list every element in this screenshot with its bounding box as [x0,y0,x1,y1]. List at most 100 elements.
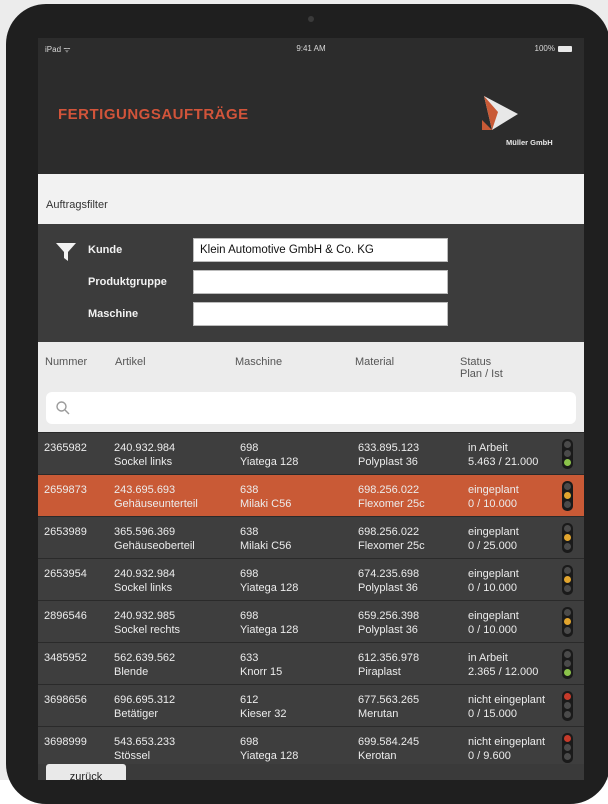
table-row[interactable]: 3485952 562.639.562 Blende 633 Knorr 15 612.3… [38,642,584,684]
column-maschine[interactable]: Maschine [235,356,282,368]
cell-nummer: 2896546 [44,609,87,623]
footer-bar: zurück [38,764,584,780]
table-row[interactable]: 2365982 240.932.984 Sockel links 698 Yiatega… [38,432,584,474]
cell-artikel: 243.695.693 Gehäuseunterteil [114,483,198,511]
cell-status: in Arbeit 5.463 / 21.000 [468,441,538,469]
filter-funnel-icon [56,243,76,261]
cell-artikel-line: Sockel links [114,582,173,594]
cell-status: eingeplant 0 / 10.000 [468,609,519,637]
cell-artikel-line: Blende [114,666,149,678]
maschine-input[interactable] [193,302,448,326]
battery-indicator: 100% [535,44,572,53]
back-button[interactable]: zurück [46,764,126,780]
cell-status-line: eingeplant [468,568,519,580]
traffic-light-lamp [564,483,571,490]
status-bar: iPad ᯤ 9:41 AM 100% [38,38,584,58]
cell-maschine-line: 638 [240,484,259,496]
cell-artikel-line: 240.932.984 [114,568,176,580]
kunde-input[interactable] [193,238,448,262]
cell-material-line: Kerotan [358,750,397,762]
cell-maschine: 633 Knorr 15 [240,651,282,679]
traffic-light-lamp [564,693,571,700]
cell-nummer: 3485952 [44,651,87,665]
traffic-light-lamp [564,735,571,742]
column-material[interactable]: Material [355,356,394,368]
cell-status-line: in Arbeit [468,442,508,454]
cell-nummer: 2653989 [44,525,87,539]
company-name: Müller GmbH [506,138,553,147]
cell-status: eingeplant 0 / 25.000 [468,525,519,553]
column-artikel[interactable]: Artikel [115,356,146,368]
cell-maschine-line: Yiatega 128 [240,582,299,594]
traffic-light-lamp [564,492,571,499]
cell-status-line: eingeplant [468,484,519,496]
cell-material-line: 674.235.698 [358,568,420,580]
cell-maschine-line: 698 [240,568,259,580]
cell-nummer: 2653954 [44,567,87,581]
device-frame: iPad ᯤ 9:41 AM 100% FERTIGUNGSAUFTRÄGE M… [0,0,608,804]
cell-material-line: Polyplast 36 [358,624,418,636]
traffic-light-lamp [564,753,571,760]
cell-status-line: 0 / 9.600 [468,750,511,762]
traffic-light-lamp [564,651,571,658]
app-header: FERTIGUNGSAUFTRÄGE Müller GmbH [38,58,584,174]
maschine-label: Maschine [88,308,139,320]
cell-maschine: 612 Kieser 32 [240,693,286,721]
traffic-light-icon [562,565,573,595]
cell-maschine: 698 Yiatega 128 [240,735,298,763]
cell-maschine-line: Knorr 15 [240,666,283,678]
table-row[interactable]: 2896546 240.932.985 Sockel rechts 698 Yiateg… [38,600,584,642]
table-row[interactable]: 2653954 240.932.984 Sockel links 698 Yiatega… [38,558,584,600]
cell-artikel-line: Sockel rechts [114,624,181,636]
screen: iPad ᯤ 9:41 AM 100% FERTIGUNGSAUFTRÄGE M… [38,38,584,780]
cell-artikel: 240.932.984 Sockel links [114,441,175,469]
cell-status-line: 0 / 10.000 [468,624,517,636]
cell-status-line: 0 / 25.000 [468,540,517,552]
table-row[interactable]: 3698999 543.653.233 Stössel 698 Yiatega 128 6… [38,726,584,768]
cell-maschine-line: 698 [240,610,259,622]
column-nummer[interactable]: Nummer [45,356,87,368]
traffic-light-lamp [564,441,571,448]
cell-maschine-line: Yiatega 128 [240,456,299,468]
traffic-light-icon [562,439,573,469]
cell-nummer: 2365982 [44,441,87,455]
filter-heading-bar: Auftragsfilter [38,174,584,224]
column-status[interactable]: Status Plan / Ist [460,356,503,380]
traffic-light-lamp [564,609,571,616]
cell-status-line: 0 / 10.000 [468,498,517,510]
table-row[interactable]: 2659873 243.695.693 Gehäuseunterteil 638 Mil… [38,474,584,516]
cell-maschine: 638 Milaki C56 [240,525,291,553]
cell-maschine-line: Kieser 32 [240,708,287,720]
produktgruppe-input[interactable] [193,270,448,294]
cell-material: 698.256.022 Flexomer 25c [358,525,425,553]
battery-icon [558,45,572,52]
cell-status-line: eingeplant [468,610,519,622]
table-row[interactable]: 3698656 696.695.312 Betätiger 612 Kieser 32 6… [38,684,584,726]
cell-nummer-line: 3698656 [44,694,87,706]
cell-material-line: 699.584.245 [358,736,420,748]
cell-material: 699.584.245 Kerotan [358,735,419,763]
cell-nummer-line: 2659873 [44,484,87,496]
cell-maschine-line: 698 [240,736,259,748]
battery-percent: 100% [534,44,555,53]
traffic-light-icon [562,523,573,553]
traffic-light-lamp [564,450,571,457]
search-input[interactable] [46,392,576,424]
cell-status: eingeplant 0 / 10.000 [468,483,519,511]
table-row[interactable]: 2653989 365.596.369 Gehäuseoberteil 638 Mila… [38,516,584,558]
produktgruppe-label: Produktgruppe [88,276,167,288]
cell-material-line: Flexomer 25c [358,540,425,552]
cell-artikel-line: 696.695.312 [114,694,176,706]
traffic-light-icon [562,691,573,721]
cell-artikel: 240.932.984 Sockel links [114,567,175,595]
cell-artikel-line: Gehäuseoberteil [114,540,195,552]
cell-artikel: 696.695.312 Betätiger [114,693,175,721]
filter-heading: Auftragsfilter [46,199,108,211]
traffic-light-lamp [564,501,571,508]
cell-maschine-line: Milaki C56 [240,540,292,552]
cell-status: nicht eingeplant 0 / 15.000 [468,693,545,721]
order-list: 2365982 240.932.984 Sockel links 698 Yiatega… [38,432,584,768]
cell-maschine-line: 633 [240,652,259,664]
column-status-label: Status [460,356,492,368]
traffic-light-icon [562,481,573,511]
